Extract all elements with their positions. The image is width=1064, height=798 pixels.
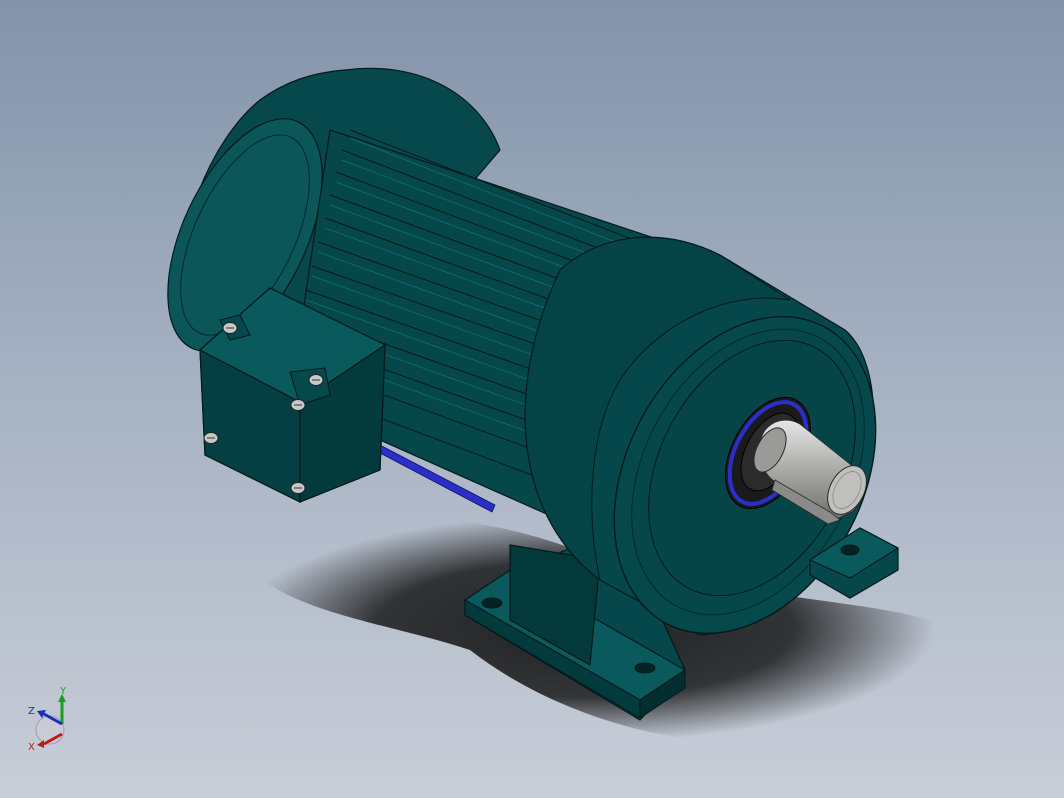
foot-bolt-hole — [840, 544, 860, 556]
triad-z-label: Z — [28, 706, 35, 717]
gear-motor-model[interactable] — [0, 0, 1064, 798]
terminal-box-bolt — [222, 322, 238, 334]
terminal-box-bolt — [290, 482, 306, 494]
terminal-box-bolt — [290, 399, 306, 411]
terminal-box-bolt — [203, 432, 219, 444]
terminal-box-bolt — [308, 374, 324, 386]
foot-bolt-hole — [634, 662, 656, 674]
triad-x-label: X — [28, 742, 35, 753]
foot-bolt-hole — [481, 597, 503, 609]
coordinate-triad: Y Z X — [28, 686, 67, 753]
triad-y-label: Y — [59, 686, 67, 697]
graphics-viewport[interactable]: Y Z X — [0, 0, 1064, 798]
